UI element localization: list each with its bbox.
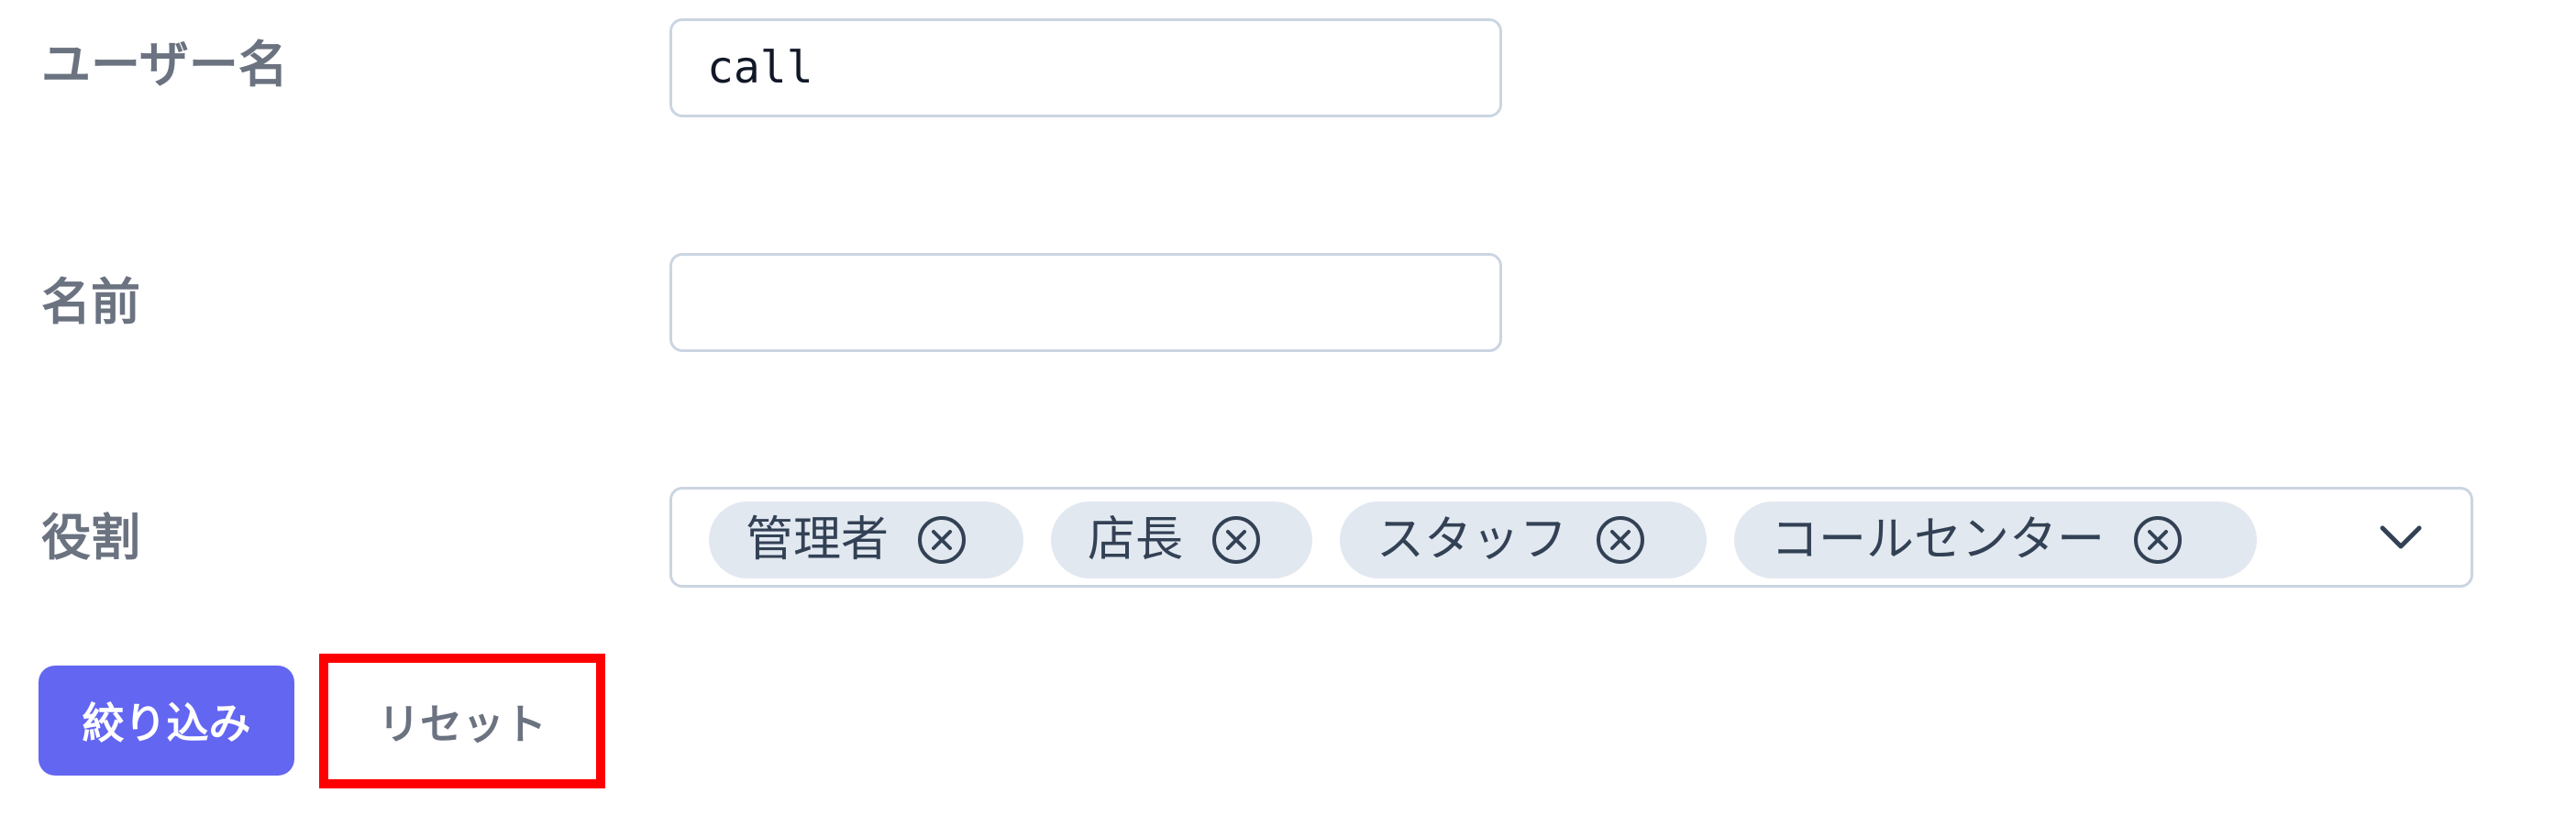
role-tag-label: 店長 bbox=[1088, 512, 1184, 567]
remove-tag-icon[interactable] bbox=[916, 514, 967, 566]
remove-tag-icon[interactable] bbox=[2132, 514, 2184, 566]
role-tag: 管理者 bbox=[709, 501, 1023, 578]
role-tag-label: 管理者 bbox=[746, 512, 890, 567]
role-tag: 店長 bbox=[1051, 501, 1312, 578]
username-label: ユーザー名 bbox=[41, 36, 288, 94]
roles-multiselect[interactable]: 管理者 店長 スタッフ コールセンター bbox=[669, 487, 2473, 588]
filter-button[interactable]: 絞り込み bbox=[39, 666, 294, 776]
remove-tag-icon[interactable] bbox=[1595, 514, 1646, 566]
role-tag: スタッフ bbox=[1340, 501, 1707, 578]
name-input[interactable] bbox=[669, 253, 1502, 352]
role-tag: コールセンター bbox=[1734, 501, 2257, 578]
roles-label: 役割 bbox=[41, 509, 140, 567]
name-label: 名前 bbox=[41, 273, 140, 331]
chevron-down-icon[interactable] bbox=[2373, 510, 2428, 565]
reset-button[interactable]: リセット bbox=[319, 654, 605, 788]
role-tag-label: スタッフ bbox=[1376, 512, 1568, 567]
role-tag-label: コールセンター bbox=[1771, 512, 2106, 567]
username-input[interactable]: call bbox=[669, 18, 1502, 117]
remove-tag-icon[interactable] bbox=[1211, 514, 1262, 566]
